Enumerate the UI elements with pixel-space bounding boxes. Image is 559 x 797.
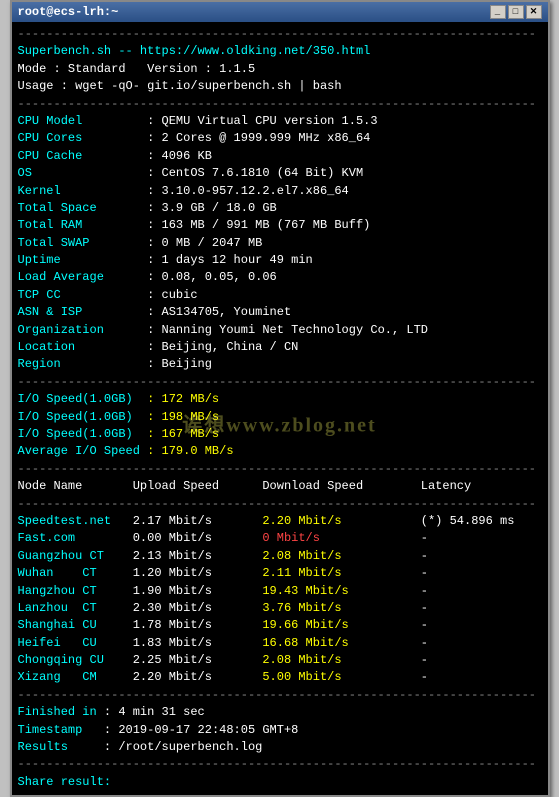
close-button[interactable]: ✕ (526, 5, 542, 19)
separator-1: ----------------------------------------… (18, 26, 542, 43)
separator-3: ----------------------------------------… (18, 374, 542, 391)
separator-7: ----------------------------------------… (18, 756, 542, 773)
minimize-button[interactable]: _ (490, 5, 506, 19)
sys-os: OS : CentOS 7.6.1810 (64 Bit) KVM (18, 165, 542, 182)
header-line2: Mode : Standard Version : 1.1.5 (18, 61, 542, 78)
footer-results: Results : /root/superbench.log (18, 739, 542, 756)
io-avg: Average I/O Speed : 179.0 MB/s (18, 443, 542, 460)
terminal-window: root@ecs-lrh:~ _ □ ✕ -------------------… (10, 0, 550, 797)
sys-cpu-model: CPU Model : QEMU Virtual CPU version 1.5… (18, 113, 542, 130)
header-line1: Superbench.sh -- https://www.oldking.net… (18, 43, 542, 60)
separator-2: ----------------------------------------… (18, 96, 542, 113)
network-header: Node Name Upload Speed Download Speed La… (18, 478, 542, 495)
sys-total-ram: Total RAM : 163 MB / 991 MB (767 MB Buff… (18, 217, 542, 234)
footer-timestamp: Timestamp : 2019-09-17 22:48:05 GMT+8 (18, 722, 542, 739)
io-section: I/O Speed(1.0GB) : 172 MB/s I/O Speed(1.… (18, 391, 542, 461)
net-row-fast: Fast.com 0.00 Mbit/s 0 Mbit/s - (18, 530, 542, 547)
separator-5: ----------------------------------------… (18, 496, 542, 513)
sys-tcp: TCP CC : cubic (18, 287, 542, 304)
net-row-speedtest: Speedtest.net 2.17 Mbit/s 2.20 Mbit/s (*… (18, 513, 542, 530)
io-speed-1: I/O Speed(1.0GB) : 172 MB/s (18, 391, 542, 408)
sys-uptime: Uptime : 1 days 12 hour 49 min (18, 252, 542, 269)
sys-asn: ASN & ISP : AS134705, Youminet (18, 304, 542, 321)
terminal-body: ----------------------------------------… (12, 22, 548, 795)
sys-cpu-cache: CPU Cache : 4096 KB (18, 148, 542, 165)
maximize-button[interactable]: □ (508, 5, 524, 19)
net-row-chongqing: Chongqing CU 2.25 Mbit/s 2.08 Mbit/s - (18, 652, 542, 669)
net-row-xizang: Xizang CM 2.20 Mbit/s 5.00 Mbit/s - (18, 669, 542, 686)
net-row-guangzhou: Guangzhou CT 2.13 Mbit/s 2.08 Mbit/s - (18, 548, 542, 565)
window-controls[interactable]: _ □ ✕ (490, 5, 542, 19)
net-row-hangzhou: Hangzhou CT 1.90 Mbit/s 19.43 Mbit/s - (18, 583, 542, 600)
sys-total-space: Total Space : 3.9 GB / 18.0 GB (18, 200, 542, 217)
sys-region: Region : Beijing (18, 356, 542, 373)
separator-4: ----------------------------------------… (18, 461, 542, 478)
sys-load-avg: Load Average : 0.08, 0.05, 0.06 (18, 269, 542, 286)
io-speed-2: I/O Speed(1.0GB) : 198 MB/s (18, 409, 542, 426)
sys-kernel: Kernel : 3.10.0-957.12.2.el7.x86_64 (18, 183, 542, 200)
sys-org: Organization : Nanning Youmi Net Technol… (18, 322, 542, 339)
window-title: root@ecs-lrh:~ (18, 5, 119, 19)
header-line3: Usage : wget -qO- git.io/superbench.sh |… (18, 78, 542, 95)
separator-6: ----------------------------------------… (18, 687, 542, 704)
footer-share: Share result: (18, 774, 542, 791)
net-row-shanghai: Shanghai CU 1.78 Mbit/s 19.66 Mbit/s - (18, 617, 542, 634)
sys-cpu-cores: CPU Cores : 2 Cores @ 1999.999 MHz x86_6… (18, 130, 542, 147)
io-speed-3: I/O Speed(1.0GB) : 167 MB/s (18, 426, 542, 443)
sys-total-swap: Total SWAP : 0 MB / 2047 MB (18, 235, 542, 252)
net-row-lanzhou: Lanzhou CT 2.30 Mbit/s 3.76 Mbit/s - (18, 600, 542, 617)
net-row-wuhan: Wuhan CT 1.20 Mbit/s 2.11 Mbit/s - (18, 565, 542, 582)
net-row-heifei: Heifei CU 1.83 Mbit/s 16.68 Mbit/s - (18, 635, 542, 652)
sys-location: Location : Beijing, China / CN (18, 339, 542, 356)
title-bar: root@ecs-lrh:~ _ □ ✕ (12, 2, 548, 22)
footer-finished: Finished in : 4 min 31 sec (18, 704, 542, 721)
